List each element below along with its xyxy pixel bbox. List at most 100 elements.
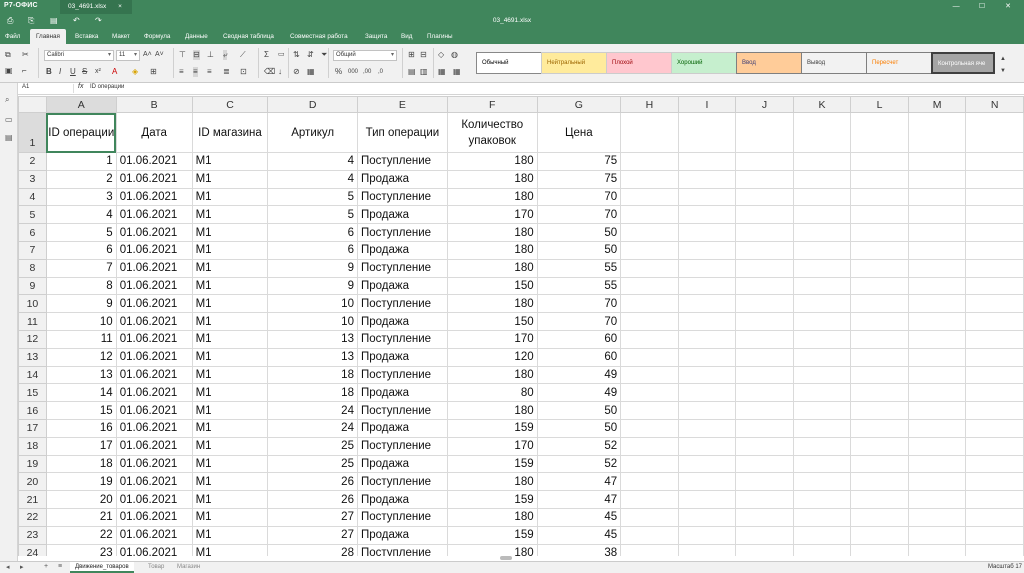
italic-icon[interactable]: I [59,67,61,77]
table-cell[interactable]: 150 [446,276,538,296]
table-cell[interactable] [620,223,679,242]
column-header[interactable]: B [115,96,193,113]
table-cell[interactable] [907,258,967,278]
column-header[interactable]: A [45,96,117,113]
table-cell[interactable]: M1 [191,436,269,456]
table-cell[interactable] [850,490,909,509]
table-cell[interactable] [907,401,967,420]
table-cell[interactable]: 20 [45,490,117,509]
table-cell[interactable]: 180 [446,365,538,385]
table-cell[interactable] [965,152,1024,171]
column-header[interactable]: G [536,96,622,113]
font-color-icon[interactable]: A [112,67,117,77]
table-cell[interactable] [907,454,967,474]
table-cell[interactable]: 159 [446,490,538,509]
table-cell[interactable]: Продажа [356,525,448,545]
table-cell[interactable] [677,401,737,420]
table-cell[interactable] [620,258,679,278]
table-cell[interactable]: 7 [45,258,117,278]
table-cell[interactable]: 60 [536,347,622,367]
table-cell[interactable] [677,454,737,474]
row-header[interactable]: 17 [18,418,47,438]
table-cell[interactable] [907,365,967,385]
table-cell[interactable] [677,418,737,438]
tab-view[interactable]: Вид [401,29,412,44]
table-cell[interactable] [677,187,737,207]
table-cell[interactable] [965,401,1024,420]
cell-settings-icon[interactable]: ▥ [420,67,428,77]
table-cell[interactable] [850,112,909,153]
table-cell[interactable] [965,490,1024,509]
table-cell[interactable]: 01.06.2021 [115,383,193,403]
align-bottom-icon[interactable]: ⊥ [207,50,214,60]
table-cell[interactable]: 180 [446,169,538,189]
table-cell[interactable] [907,223,967,242]
table-cell[interactable] [735,187,794,207]
table-cell[interactable]: 25 [267,454,358,474]
table-cell[interactable]: Поступление [356,223,448,242]
table-cell[interactable]: M1 [191,418,269,438]
table-cell[interactable]: 01.06.2021 [115,436,193,456]
table-cell[interactable]: Дата [115,112,193,153]
table-cell[interactable] [850,240,909,260]
row-header[interactable]: 8 [18,258,47,278]
column-header[interactable]: L [850,96,909,113]
table-cell[interactable] [850,454,909,474]
table-cell[interactable] [965,112,1024,153]
table-cell[interactable] [792,507,852,527]
delete-cells-icon[interactable]: ⊟ [420,50,427,60]
table-cell[interactable]: Продажа [356,347,448,367]
strikethrough-icon[interactable]: S [82,67,87,77]
table-cell[interactable] [792,294,852,314]
table-template-icon[interactable]: ▦ [453,67,461,77]
table-cell[interactable]: 01.06.2021 [115,223,193,242]
table-cell[interactable] [850,329,909,349]
table-cell[interactable] [965,525,1024,545]
table-cell[interactable] [907,187,967,207]
table-cell[interactable]: ID операции [45,112,117,153]
comment-icon[interactable]: ▭ [5,115,13,124]
table-cell[interactable] [850,365,909,385]
table-cell[interactable]: 45 [536,507,622,527]
table-cell[interactable] [620,401,679,420]
table-cell[interactable] [620,383,679,403]
table-cell[interactable] [965,543,1024,556]
table-cell[interactable] [677,223,737,242]
insert-cells-icon[interactable]: ⊞ [408,50,415,60]
table-cell[interactable]: 01.06.2021 [115,418,193,438]
table-cell[interactable] [792,525,852,545]
table-cell[interactable]: M1 [191,223,269,242]
table-cell[interactable] [735,525,794,545]
comma-style-icon[interactable]: 000 [348,67,358,77]
table-cell[interactable] [850,276,909,296]
table-cell[interactable]: 18 [267,365,358,385]
table-cell[interactable]: 14 [45,383,117,403]
table-cell[interactable]: 10 [45,312,117,331]
table-cell[interactable] [620,276,679,296]
table-cell[interactable]: 18 [45,454,117,474]
zoom-level[interactable]: Масштаб 17 [988,564,1022,570]
table-cell[interactable] [965,205,1024,225]
table-cell[interactable]: Поступление [356,294,448,314]
table-cell[interactable] [907,312,967,331]
table-cell[interactable] [735,169,794,189]
named-range-icon[interactable]: ▭ [278,50,285,60]
table-cell[interactable]: 45 [536,525,622,545]
table-cell[interactable]: M1 [191,329,269,349]
table-cell[interactable] [850,436,909,456]
close-tab-icon[interactable]: × [118,3,122,10]
row-header[interactable]: 4 [18,187,47,207]
table-cell[interactable] [792,472,852,492]
table-cell[interactable]: 12 [45,347,117,367]
table-cell[interactable]: M1 [191,205,269,225]
table-cell[interactable]: 5 [267,187,358,207]
table-cell[interactable]: 01.06.2021 [115,312,193,331]
column-header[interactable]: M [907,96,967,113]
table-cell[interactable]: 16 [45,418,117,438]
decrease-font-icon[interactable]: A˅ [155,50,164,60]
table-cell[interactable]: 01.06.2021 [115,152,193,171]
table-cell[interactable] [677,490,737,509]
table-cell[interactable]: Поступление [356,187,448,207]
table-cell[interactable] [792,347,852,367]
table-cell[interactable]: 47 [536,472,622,492]
